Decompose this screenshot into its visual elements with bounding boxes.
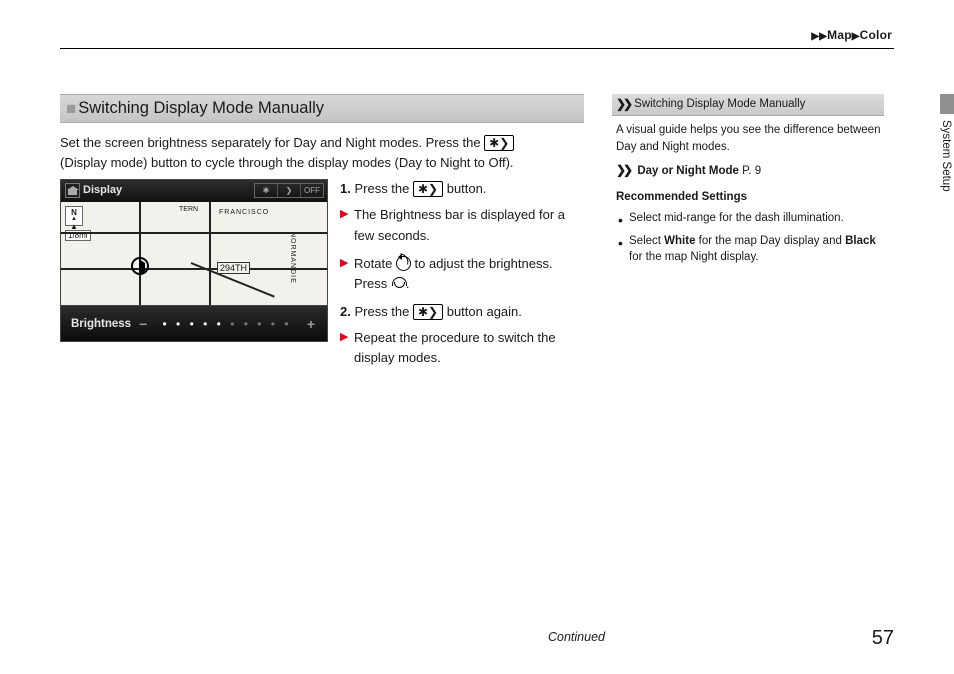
breadcrumb-color: Color	[860, 28, 892, 42]
brightness-bar: Brightness − • • • • • • • • • • +	[61, 305, 327, 341]
step-2-num: 2.	[340, 304, 354, 319]
xref-page: P. 9	[742, 165, 761, 177]
mode-seg-night-icon: ❯	[278, 184, 301, 197]
intro-text-b: (Display mode) button to cycle through t…	[60, 155, 514, 170]
rec2-black: Black	[845, 235, 876, 247]
step-2-text-b: button again.	[443, 304, 522, 319]
rec2-white: White	[664, 235, 695, 247]
breadcrumb: ▶▶Map▶Color	[811, 28, 892, 42]
section-heading: ■Switching Display Mode Manually	[60, 94, 584, 123]
brightness-dots: • • • • • • • • • •	[155, 317, 299, 331]
road-label: TERN	[179, 206, 198, 213]
section-heading-text: Switching Display Mode Manually	[78, 99, 324, 117]
vehicle-icon	[131, 257, 149, 275]
breadcrumb-map: Map	[827, 28, 852, 42]
page-number: 57	[872, 627, 894, 650]
map-area: N ▲ 1/8mi TERN FRANCISCO NORMANDIE 294TH	[61, 202, 327, 305]
brightness-label: Brightness	[71, 318, 131, 330]
step-1-text-a: Press the	[354, 181, 413, 196]
step-1-sub-a: The Brightness bar is displayed for a fe…	[340, 205, 576, 245]
enter-button-icon	[391, 276, 406, 291]
recommended-item: Select White for the map Day display and…	[616, 233, 882, 266]
square-bullet-icon: ■	[66, 99, 76, 118]
sidebar-xref: ❯❯ Day or Night Mode P. 9	[616, 162, 882, 180]
nav-screenshot: Display ✱ ❯ OFF N ▲ 1/8mi	[60, 179, 328, 342]
continued-label: Continued	[548, 630, 605, 644]
chevron-icon: ▶▶	[811, 31, 827, 42]
brightness-minus-icon: −	[137, 316, 149, 332]
step-2-text-a: Press the	[354, 304, 413, 319]
recommended-heading: Recommended Settings	[616, 189, 882, 206]
recommended-item: Select mid-range for the dash illuminati…	[616, 210, 882, 227]
step-1-num: 1.	[340, 181, 354, 196]
side-tab: System Setup	[940, 94, 954, 200]
rec2-c: for the map Night display.	[629, 251, 759, 263]
mode-segments: ✱ ❯ OFF	[254, 183, 324, 198]
xref-label: Day or Night Mode	[637, 165, 739, 177]
display-mode-button-icon: ✱❯	[413, 304, 443, 320]
side-tab-fill	[940, 94, 954, 114]
step-1-text-b: button.	[443, 181, 486, 196]
side-tab-label: System Setup	[940, 120, 952, 192]
sidebar-heading: ❯❯ Switching Display Mode Manually	[612, 94, 884, 116]
sidebar-heading-text: Switching Display Mode Manually	[634, 96, 805, 113]
screenshot-title: Display	[83, 184, 122, 196]
mode-seg-day-icon: ✱	[255, 184, 278, 197]
compass-icon: N ▲	[65, 206, 83, 226]
compass-n: N	[66, 208, 82, 222]
home-icon	[65, 183, 80, 198]
road-label: FRANCISCO	[219, 209, 269, 216]
road-badge: 294TH	[217, 262, 250, 274]
display-mode-button-icon: ✱❯	[484, 135, 514, 151]
sidebar-body-text: A visual guide helps you see the differe…	[616, 122, 882, 155]
rec2-b: for the map Day display and	[695, 235, 845, 247]
road-label: NORMANDIE	[289, 232, 296, 284]
rotate-dial-icon	[396, 256, 411, 271]
mode-seg-off: OFF	[301, 184, 323, 197]
header-rule	[60, 48, 894, 49]
double-chevron-icon: ❯❯	[616, 96, 630, 113]
display-mode-button-icon: ✱❯	[413, 181, 443, 197]
rec2-a: Select	[629, 235, 664, 247]
step-1-sub2-a: Rotate	[354, 256, 396, 271]
chevron-icon: ▶	[852, 31, 860, 42]
intro-text-a: Set the screen brightness separately for…	[60, 135, 484, 150]
steps-list: 1. Press the ✱❯ button. The Brightness b…	[340, 179, 576, 376]
step-2-sub: Repeat the procedure to switch the displ…	[340, 328, 576, 368]
brightness-plus-icon: +	[305, 316, 317, 332]
xref-icon: ❯❯	[616, 163, 630, 177]
section-intro: Set the screen brightness separately for…	[60, 133, 584, 173]
